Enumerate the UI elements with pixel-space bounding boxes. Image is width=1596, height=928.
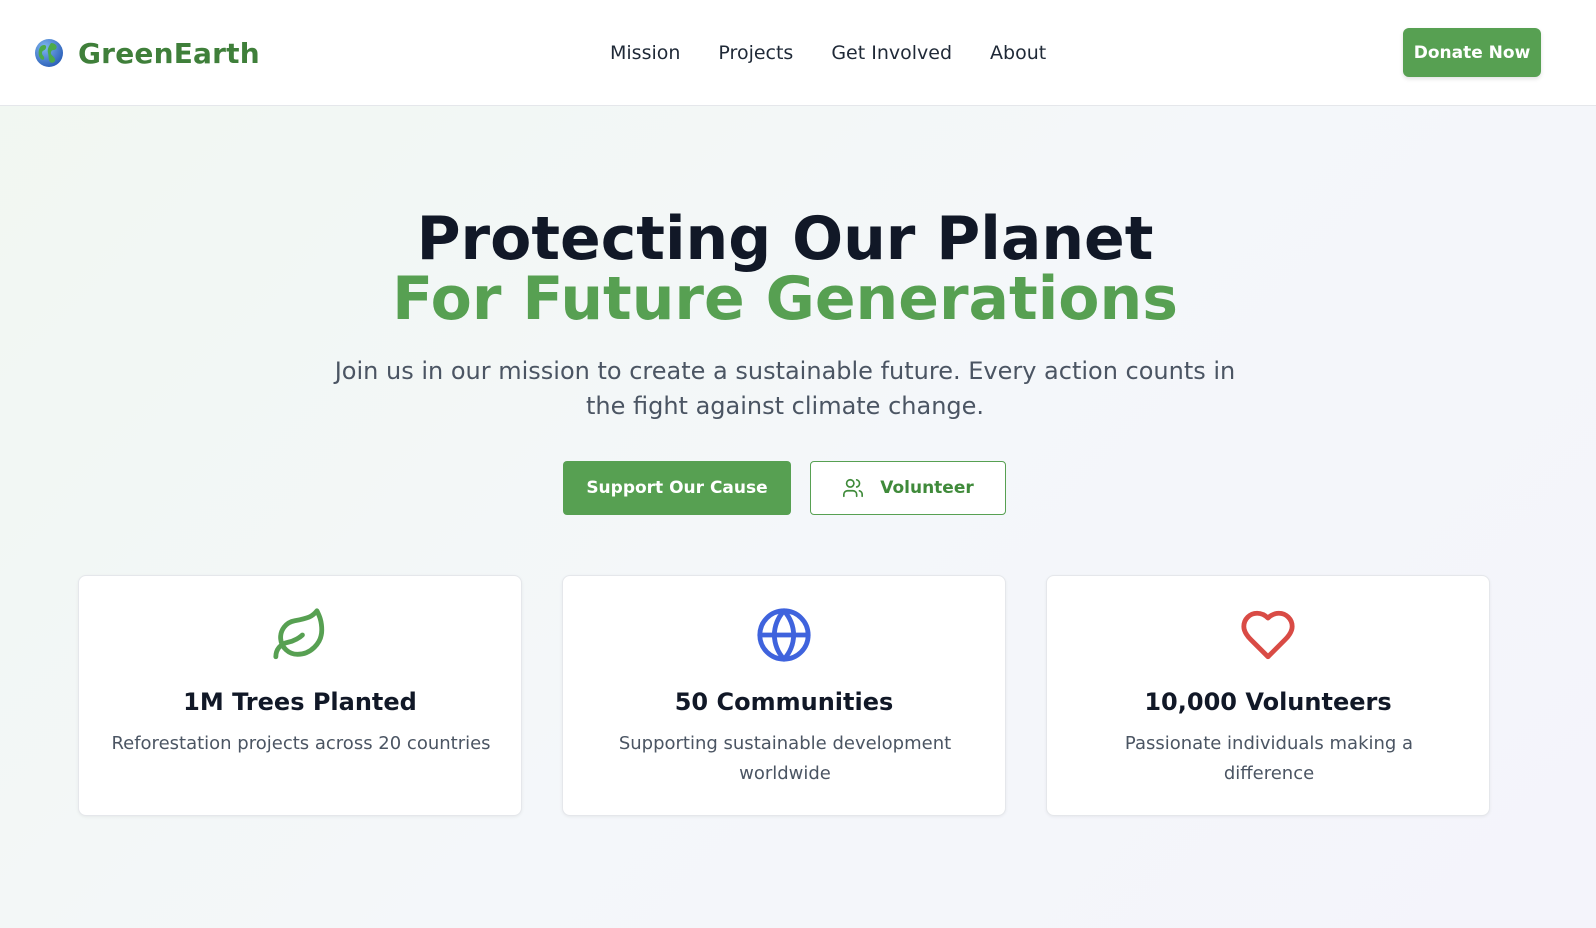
nav-projects[interactable]: Projects [718, 40, 793, 66]
volunteer-button-label: Volunteer [880, 478, 974, 498]
stat-description: Reforestation projects across 20 countri… [111, 733, 491, 754]
hero-subtitle: Join us in our mission to create a susta… [334, 357, 1236, 420]
stat-card-trees: 1M Trees Planted Reforestation projects … [78, 575, 522, 816]
nav-about[interactable]: About [990, 40, 1046, 66]
volunteer-button[interactable]: Volunteer [810, 461, 1006, 515]
stat-description: Passionate individuals making a differen… [1124, 733, 1414, 784]
stat-title: 50 Communities [674, 688, 894, 716]
donate-now-button[interactable]: Donate Now [1403, 28, 1541, 77]
nav-get-involved[interactable]: Get Involved [831, 40, 952, 66]
stat-title: 1M Trees Planted [183, 688, 417, 716]
nav-mission[interactable]: Mission [610, 40, 680, 66]
brand-name: GreenEarth [78, 36, 260, 70]
stat-description: Supporting sustainable development world… [618, 733, 952, 784]
brand-logo[interactable]: GreenEarth [34, 36, 260, 70]
globe-outline-icon [757, 608, 811, 662]
main-nav: Mission Projects Get Involved About [610, 40, 1084, 66]
leaf-icon [273, 608, 325, 660]
support-cause-button[interactable]: Support Our Cause [563, 461, 791, 515]
users-icon [843, 478, 864, 498]
hero-title-accent: For Future Generations [392, 264, 1178, 334]
top-navbar: GreenEarth Mission Projects Get Involved… [0, 0, 1596, 106]
stat-title: 10,000 Volunteers [1144, 688, 1392, 716]
stat-card-volunteers: 10,000 Volunteers Passionate individuals… [1046, 575, 1490, 816]
heart-icon [1241, 610, 1295, 660]
stat-card-communities: 50 Communities Supporting sustainable de… [562, 575, 1006, 816]
globe-icon [35, 39, 63, 67]
